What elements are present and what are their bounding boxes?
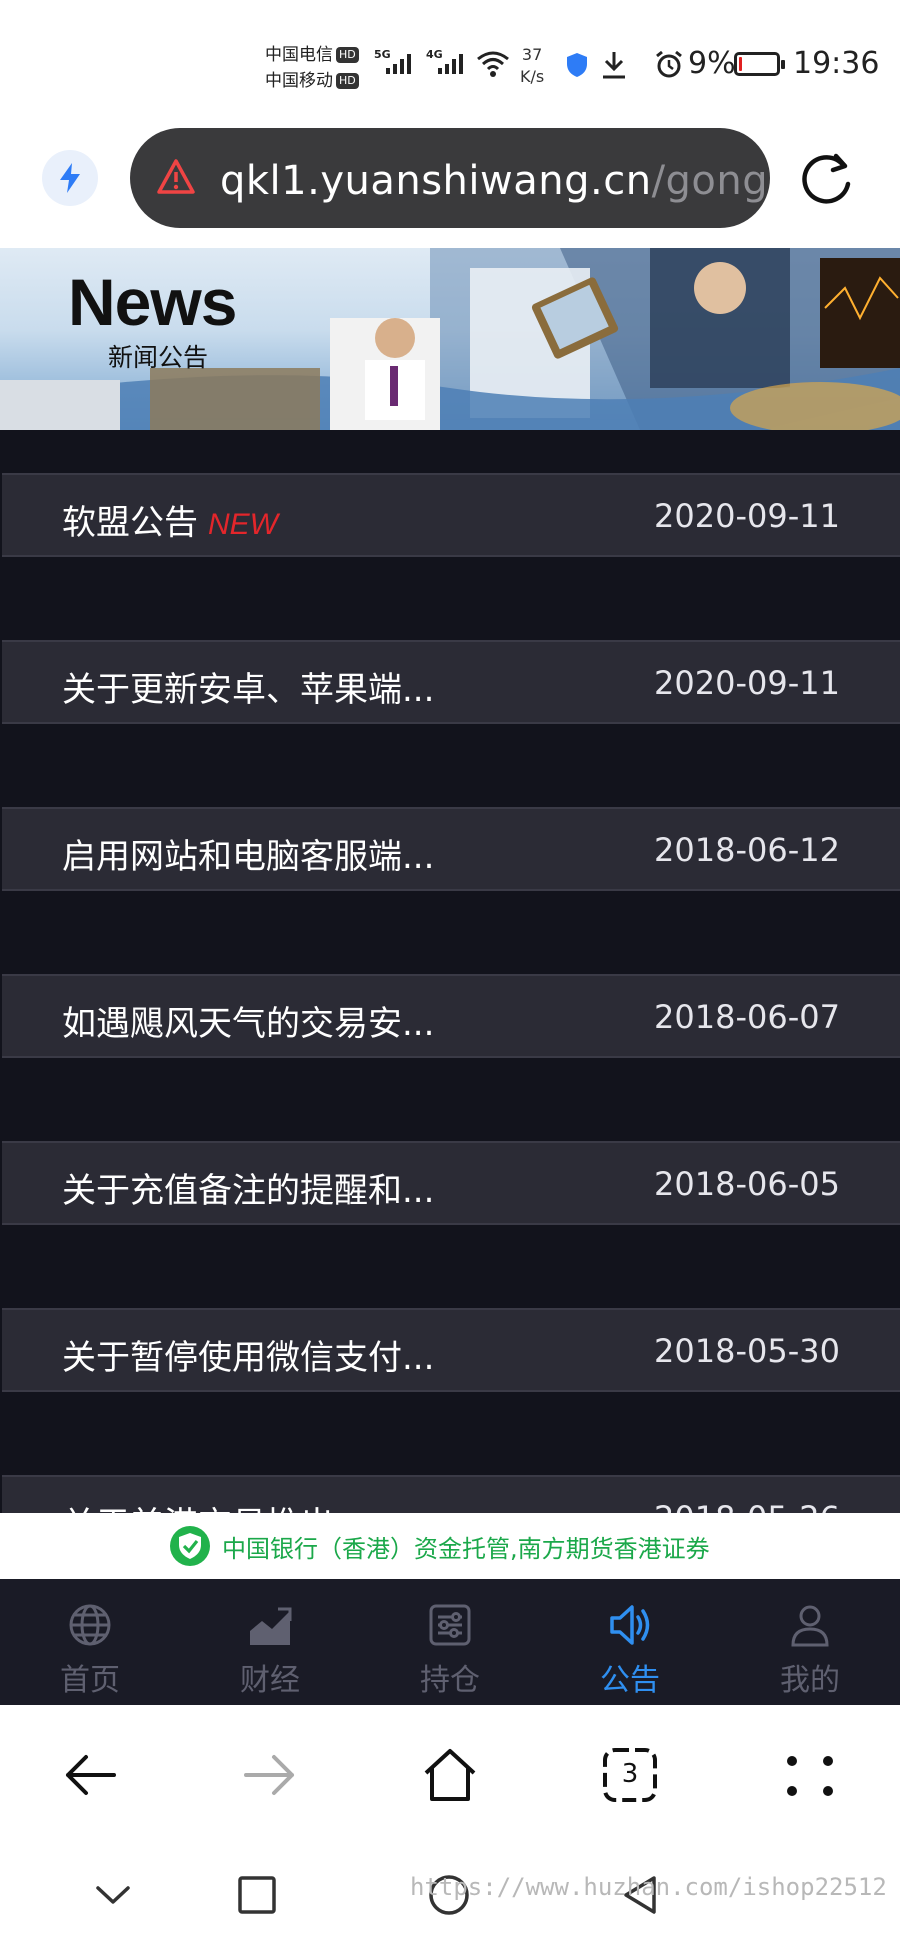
news-item-title: 如遇飓风天气的交易安... [62, 1004, 435, 1044]
url-host: qkl1.yuanshiwang.cn [220, 158, 652, 204]
more-dots-icon[interactable] [780, 1745, 840, 1805]
speaker-icon [610, 1605, 650, 1645]
shield-check-icon [170, 1526, 210, 1566]
forward-arrow-icon[interactable] [240, 1745, 300, 1805]
battery-level [739, 57, 742, 71]
recent-apps-icon[interactable] [232, 1870, 282, 1920]
wifi-icon [477, 51, 509, 77]
chart-icon [250, 1607, 292, 1645]
alarm-icon [656, 50, 682, 78]
tab-announcements[interactable]: 公告 [540, 1579, 720, 1705]
hd-badge: HD [336, 73, 359, 89]
accelerate-button[interactable] [42, 150, 98, 206]
news-item-date: 2018-06-07 [654, 998, 840, 1036]
news-item[interactable]: 关于更新安卓、苹果端... 2020-09-11 [2, 640, 900, 724]
shield-icon [567, 53, 587, 77]
banner-title: News [68, 265, 237, 339]
reload-icon[interactable] [796, 148, 856, 208]
banner-subtitle: 新闻公告 [108, 343, 209, 372]
news-item-title: 启用网站和电脑客服端... [62, 837, 435, 877]
tabs-button[interactable]: 3 [600, 1745, 660, 1805]
news-item[interactable]: 关于暂停使用微信支付... 2018-05-30 [2, 1308, 900, 1392]
url-text[interactable]: qkl1.yuanshiwang.cn/gongga [220, 158, 770, 204]
url-path: /gongga [651, 158, 770, 204]
watermark: https://www.huzhan.com/ishop22512 [410, 1873, 887, 1901]
tab-label: 持仓 [420, 1663, 480, 1698]
globe-icon [69, 1604, 111, 1646]
back-arrow-icon[interactable] [60, 1745, 120, 1805]
url-bar[interactable]: qkl1.yuanshiwang.cn/gongga [130, 128, 770, 228]
carrier-2-label: 中国移动 [265, 71, 333, 91]
news-item[interactable]: 启用网站和电脑客服端... 2018-06-12 [2, 807, 900, 891]
status-bar: 中国电信 HD 中国移动 HD 5G 4G 37 K/s 9% 19:36 [0, 0, 900, 120]
custody-text: 中国银行（香港）资金托管,南方期货香港证券 [222, 1535, 710, 1563]
tab-positions[interactable]: 持仓 [360, 1579, 540, 1705]
news-item-title: 关于更新安卓、苹果端... [62, 670, 435, 710]
browser-toolbar: 3 [0, 1705, 900, 1845]
tab-home[interactable]: 首页 [0, 1579, 180, 1705]
warning-triangle-icon[interactable] [156, 158, 196, 196]
news-item[interactable]: 软盟公告 NEW 2020-09-11 [2, 473, 900, 557]
news-item-date: 2018-05-30 [654, 1332, 840, 1370]
news-item-date: 2020-09-11 [654, 497, 840, 535]
app-tab-bar: 首页 财经 持仓 公告 我的 [0, 1579, 900, 1705]
tab-label: 首页 [60, 1663, 120, 1698]
news-item-title: 关于充值备注的提醒和... [62, 1171, 435, 1211]
news-item-date: 2020-09-11 [654, 664, 840, 702]
hd-badge: HD [336, 47, 359, 63]
news-item-date: 2018-06-05 [654, 1165, 840, 1203]
battery-percent: 9% [688, 46, 736, 81]
carrier-1-label: 中国电信 [265, 45, 333, 65]
tab-label: 财经 [240, 1663, 300, 1698]
news-banner: News 新闻公告 [0, 248, 900, 430]
home-icon[interactable] [420, 1745, 480, 1805]
news-item[interactable]: 关于充值备注的提醒和... 2018-06-05 [2, 1141, 900, 1225]
system-nav-bar: https://www.huzhan.com/ishop22512 [0, 1845, 900, 1950]
browser-address-row: qkl1.yuanshiwang.cn/gongga [0, 120, 900, 248]
tab-finance[interactable]: 财经 [180, 1579, 360, 1705]
carrier-info: 中国电信 HD 中国移动 HD [265, 42, 359, 94]
new-badge: NEW [208, 508, 278, 541]
lightning-icon [60, 163, 80, 193]
tab-profile[interactable]: 我的 [720, 1579, 900, 1705]
tab-label: 公告 [600, 1663, 660, 1698]
battery-icon [734, 52, 785, 76]
custody-ribbon: 中国银行（香港）资金托管,南方期货香港证券 [0, 1513, 900, 1579]
tab-label: 我的 [780, 1663, 840, 1698]
news-item-title: 关于暂停使用微信支付... [62, 1338, 435, 1378]
net-speed-unit: K/s [520, 67, 545, 86]
news-item-date: 2018-06-12 [654, 831, 840, 869]
clock: 19:36 [793, 46, 880, 81]
tab-count: 3 [621, 1759, 639, 1789]
news-title-text: 软盟公告 [62, 503, 198, 543]
sliders-icon [429, 1604, 471, 1646]
net-speed-value: 37 [521, 45, 543, 64]
news-item[interactable]: 如遇飓风天气的交易安... 2018-06-07 [2, 974, 900, 1058]
user-icon [791, 1605, 829, 1647]
news-item-title: 软盟公告 NEW [62, 495, 278, 544]
network-speed: 37 K/s [520, 44, 544, 88]
chevron-down-icon[interactable] [88, 1870, 138, 1920]
web-page: News 新闻公告 软盟公告 NEW 2020-09-11 关于更新安卓、苹果端.… [0, 248, 900, 1705]
download-icon [603, 52, 625, 79]
